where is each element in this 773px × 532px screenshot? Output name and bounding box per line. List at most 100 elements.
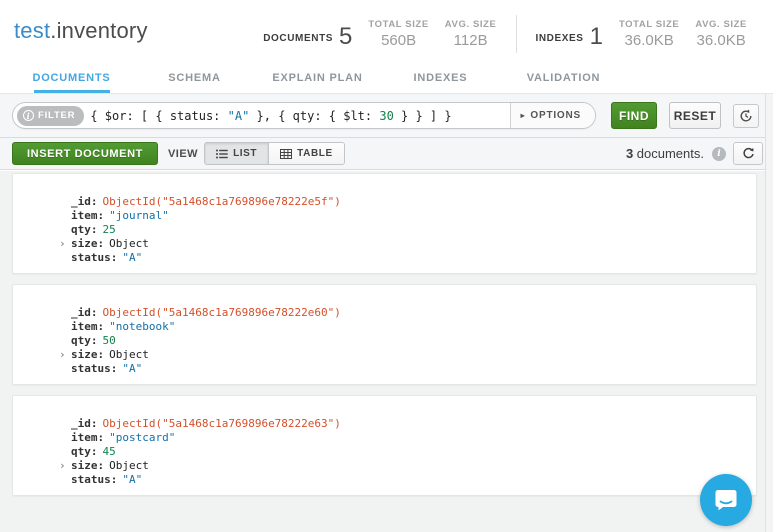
list-view-label: LIST [233,148,257,159]
tab-validation[interactable]: VALIDATION [502,62,625,93]
collection-stats: DOCUMENTS 5 TOTAL SIZE 560B AVG. SIZE 11… [263,15,763,53]
view-label: VIEW [168,148,198,160]
field-name: item: [71,431,104,445]
history-clock-icon [739,109,753,123]
document-field-row: › qty: 25 [59,223,756,237]
chat-bubble-icon [711,485,741,515]
query-token: { $or: [ { status: [90,109,227,123]
document-field-row: › status: "A" [59,362,756,376]
document-card: › _id: ObjectId("5a1468c1a769896e78222e6… [12,395,757,496]
list-icon [216,149,228,159]
field-name: size: [71,348,104,362]
document-field-row: › item: "postcard" [59,431,756,445]
field-value: 50 [103,334,116,348]
insert-document-button[interactable]: INSERT DOCUMENT [12,142,158,165]
info-icon[interactable]: i [712,147,726,161]
indexes-total-size-stat: TOTAL SIZE 36.0KB [619,19,679,49]
refresh-button[interactable] [733,142,763,165]
indexes-count: 1 [590,25,603,49]
document-list: › _id: ObjectId("5a1468c1a769896e78222e5… [0,171,765,532]
field-name: item: [71,209,104,223]
field-value: "A" [122,251,142,265]
field-value: 45 [103,445,116,459]
document-toolbar: INSERT DOCUMENT VIEW LIST TABLE 3 docume… [0,138,773,170]
document-stats: DOCUMENTS 5 TOTAL SIZE 560B AVG. SIZE 11… [263,19,512,49]
field-name: size: [71,459,104,473]
documents-count: 5 [339,25,352,49]
field-name: _id: [71,417,98,431]
field-name: status: [71,251,117,265]
document-field-row: › qty: 50 [59,334,756,348]
field-name: size: [71,237,104,251]
stats-divider [516,15,517,53]
field-name: _id: [71,195,98,209]
field-value: ObjectId("5a1468c1a769896e78222e5f") [103,195,341,209]
document-field-row: › _id: ObjectId("5a1468c1a769896e78222e5… [59,195,756,209]
field-name: qty: [71,445,98,459]
documents-avg-size-stat: AVG. SIZE 112B [445,19,497,49]
collection-name: inventory [57,18,148,43]
reset-button[interactable]: RESET [669,102,721,129]
chat-fab-button[interactable] [700,474,752,526]
query-token: "A" [228,109,250,123]
document-field-row: › size: Object [59,459,756,473]
field-value: Object [109,237,149,251]
query-token: 30 [379,109,393,123]
info-icon: i [23,110,34,121]
refresh-icon [742,147,755,160]
view-switcher: LIST TABLE [204,142,345,165]
field-name: status: [71,473,117,487]
table-view-button[interactable]: TABLE [268,143,344,164]
table-icon [280,149,292,159]
options-label: OPTIONS [530,110,581,121]
filter-input-group[interactable]: i FILTER { $or: [ { status: "A" }, { qty… [12,102,596,129]
indexes-count-stat: INDEXES 1 [535,25,602,49]
field-value: 25 [103,223,116,237]
field-value: ObjectId("5a1468c1a769896e78222e63") [103,417,341,431]
index-stats: INDEXES 1 TOTAL SIZE 36.0KB AVG. SIZE 36… [535,19,763,49]
query-history-button[interactable] [733,104,759,128]
tab-schema[interactable]: SCHEMA [133,62,256,93]
document-field-row: › _id: ObjectId("5a1468c1a769896e78222e6… [59,417,756,431]
scrollbar-track[interactable] [765,94,773,532]
query-bar: i FILTER { $or: [ { status: "A" }, { qty… [0,93,773,138]
database-name: test [14,18,50,43]
document-field-row: › status: "A" [59,473,756,487]
field-name: status: [71,362,117,376]
field-value: ObjectId("5a1468c1a769896e78222e60") [103,306,341,320]
documents-count-stat: DOCUMENTS 5 [263,25,352,49]
collection-header: test.inventory DOCUMENTS 5 TOTAL SIZE 56… [0,0,773,62]
document-field-row: › status: "A" [59,251,756,265]
list-view-button[interactable]: LIST [205,143,268,164]
field-value: "A" [122,362,142,376]
document-field-row: › size: Object [59,237,756,251]
document-field-row: › item: "notebook" [59,320,756,334]
document-card: › _id: ObjectId("5a1468c1a769896e78222e5… [12,173,757,274]
field-value: Object [109,459,149,473]
documents-total-size-stat: TOTAL SIZE 560B [368,19,428,49]
document-card: › _id: ObjectId("5a1468c1a769896e78222e6… [12,284,757,385]
expand-caret-icon[interactable]: › [59,237,71,251]
document-field-row: › size: Object [59,348,756,362]
field-name: qty: [71,223,98,237]
indexes-avg-size-stat: AVG. SIZE 36.0KB [695,19,747,49]
tab-documents[interactable]: DOCUMENTS [10,62,133,93]
field-value: "notebook" [109,320,175,334]
options-button[interactable]: ▸ OPTIONS [510,103,595,128]
filter-pill: i FILTER [17,106,84,126]
tab-explain-plan[interactable]: EXPLAIN PLAN [256,62,379,93]
document-field-row: › qty: 45 [59,445,756,459]
document-count: 3 documents. [626,146,704,161]
field-name: qty: [71,334,98,348]
field-name: _id: [71,306,98,320]
filter-query-input[interactable]: { $or: [ { status: "A" }, { qty: { $lt: … [90,103,509,128]
tab-indexes[interactable]: INDEXES [379,62,502,93]
table-view-label: TABLE [297,148,333,159]
field-value: "postcard" [109,431,175,445]
chevron-right-icon: ▸ [521,111,526,120]
query-token: }, { qty: { $lt: [249,109,379,123]
expand-caret-icon[interactable]: › [59,348,71,362]
find-button[interactable]: FIND [611,102,657,129]
expand-caret-icon[interactable]: › [59,459,71,473]
query-token: } } ] } [394,109,452,123]
